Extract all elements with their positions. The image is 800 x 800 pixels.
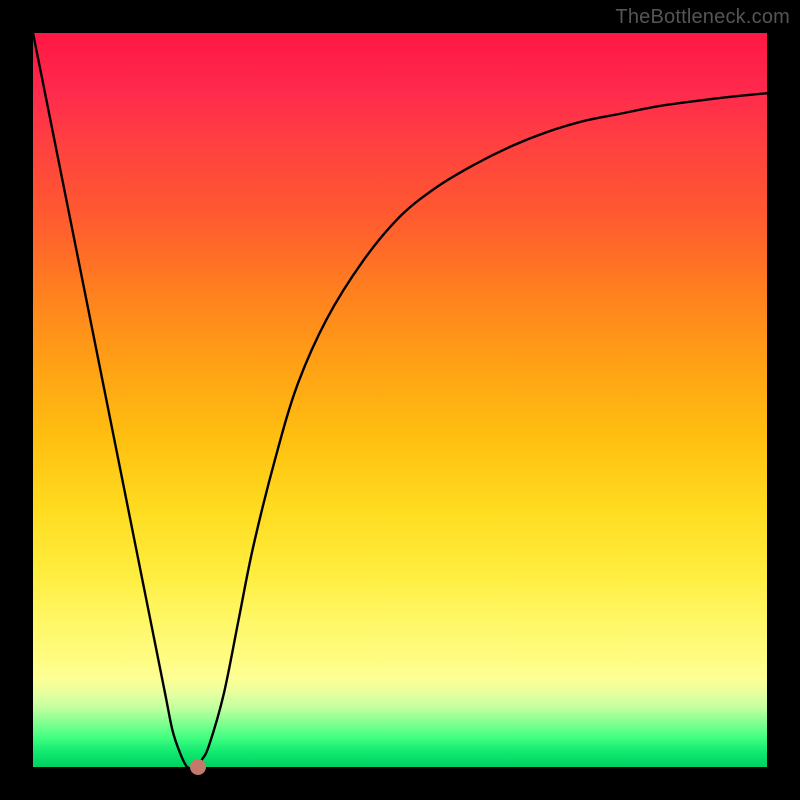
plot-area <box>33 33 767 767</box>
bottleneck-curve <box>33 33 767 767</box>
curve-layer <box>33 33 767 767</box>
minimum-marker <box>190 759 206 775</box>
chart-frame: TheBottleneck.com <box>0 0 800 800</box>
watermark-text: TheBottleneck.com <box>615 6 790 29</box>
